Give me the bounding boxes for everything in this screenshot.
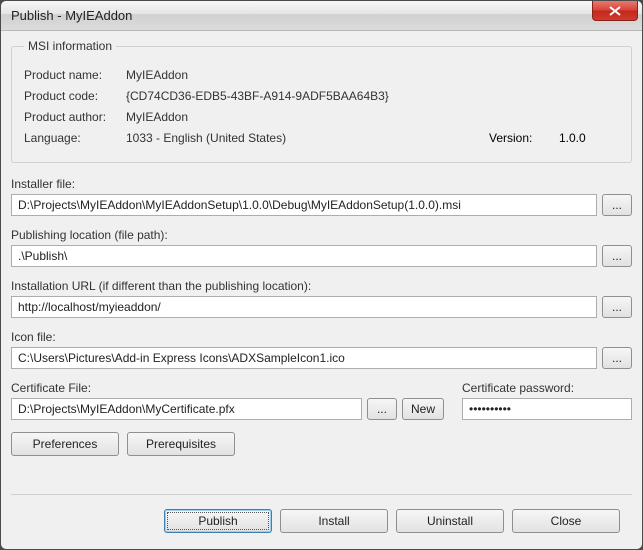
uninstall-button[interactable]: Uninstall (396, 509, 504, 533)
publishing-location-browse-button[interactable]: ... (602, 245, 632, 267)
msi-information-group: MSI information Product name: MyIEAddon … (11, 39, 632, 163)
product-code-value: {CD74CD36-EDB5-43BF-A914-9ADF5BAA64B3} (126, 89, 389, 103)
install-button[interactable]: Install (280, 509, 388, 533)
product-name-value: MyIEAddon (126, 68, 188, 82)
publishing-location-label: Publishing location (file path): (11, 228, 632, 242)
installation-url-input[interactable] (11, 296, 597, 318)
version-value: 1.0.0 (559, 131, 619, 145)
footer-buttons: Publish Install Uninstall Close (11, 494, 632, 539)
msi-legend: MSI information (24, 39, 116, 53)
product-author-label: Product author: (24, 110, 126, 124)
titlebar: Publish - MyIEAddon (1, 1, 642, 31)
icon-file-browse-button[interactable]: ... (602, 347, 632, 369)
installation-url-label: Installation URL (if different than the … (11, 279, 632, 293)
installation-url-browse-button[interactable]: ... (602, 296, 632, 318)
icon-file-input[interactable] (11, 347, 597, 369)
publishing-location-block: Publishing location (file path): ... (11, 228, 632, 267)
dialog-window: Publish - MyIEAddon MSI information Prod… (0, 0, 643, 550)
icon-file-block: Icon file: ... (11, 330, 632, 369)
product-author-value: MyIEAddon (126, 110, 188, 124)
certificate-file-browse-button[interactable]: ... (367, 398, 397, 420)
close-icon (609, 6, 621, 16)
installation-url-block: Installation URL (if different than the … (11, 279, 632, 318)
window-title: Publish - MyIEAddon (7, 8, 132, 23)
publish-button[interactable]: Publish (164, 509, 272, 533)
close-button[interactable] (592, 1, 638, 21)
icon-file-label: Icon file: (11, 330, 632, 344)
product-code-label: Product code: (24, 89, 126, 103)
language-value: 1033 - English (United States) (126, 131, 286, 145)
row-product-code: Product code: {CD74CD36-EDB5-43BF-A914-9… (24, 89, 619, 103)
installer-file-label: Installer file: (11, 177, 632, 191)
certificate-new-button[interactable]: New (402, 398, 444, 420)
row-language-version: Language: 1033 - English (United States)… (24, 131, 619, 145)
close-dialog-button[interactable]: Close (512, 509, 620, 533)
product-name-label: Product name: (24, 68, 126, 82)
client-area: MSI information Product name: MyIEAddon … (1, 31, 642, 549)
certificate-password-label: Certificate password: (462, 381, 632, 395)
row-product-author: Product author: MyIEAddon (24, 110, 619, 124)
certificate-file-input[interactable] (11, 398, 362, 420)
preferences-button[interactable]: Preferences (11, 432, 119, 456)
certificate-file-label: Certificate File: (11, 381, 444, 395)
version-label: Version: (489, 131, 559, 145)
language-label: Language: (24, 131, 126, 145)
prerequisites-button[interactable]: Prerequisites (127, 432, 235, 456)
certificate-password-input[interactable] (462, 398, 632, 420)
installer-file-input[interactable] (11, 194, 597, 216)
installer-file-block: Installer file: ... (11, 177, 632, 216)
publishing-location-input[interactable] (11, 245, 597, 267)
installer-file-browse-button[interactable]: ... (602, 194, 632, 216)
row-product-name: Product name: MyIEAddon (24, 68, 619, 82)
secondary-buttons: Preferences Prerequisites (11, 432, 632, 456)
certificate-block: Certificate File: ... New Certificate pa… (11, 381, 632, 420)
